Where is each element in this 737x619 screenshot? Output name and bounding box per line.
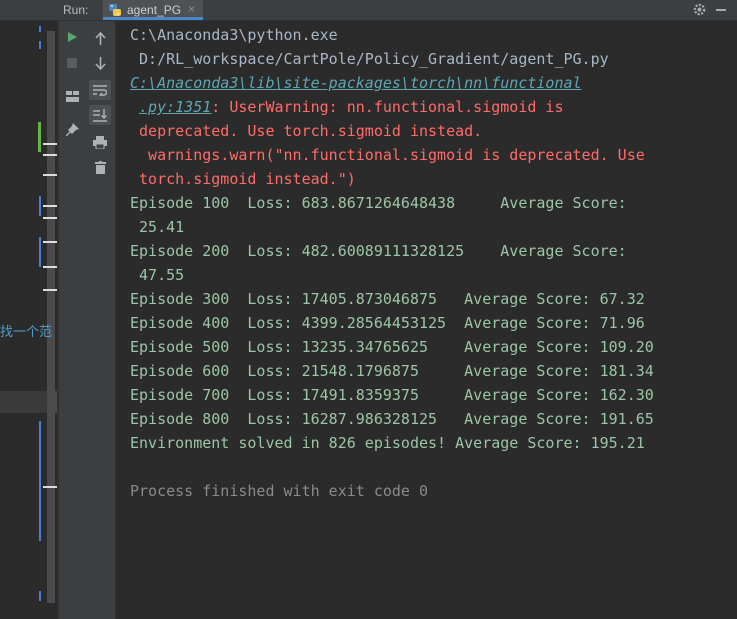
episode-line: Episode 400 Loss: 4399.28564453125 Avera… (130, 314, 645, 332)
scrollbar-caret-mark (47, 391, 57, 413)
gutter-mark (43, 289, 57, 291)
episode-line: Episode 500 Loss: 13235.34765625 Average… (130, 338, 654, 356)
scroll-to-end-icon (93, 108, 107, 122)
episode-line: Episode 800 Loss: 16287.986328125 Averag… (130, 410, 654, 428)
stop-icon (67, 58, 77, 68)
tab-title: agent_PG (127, 3, 182, 17)
warning-text: warnings.warn("nn.functional.sigmoid is … (130, 146, 645, 164)
console-toolbar (86, 21, 116, 619)
trash-icon (94, 160, 106, 174)
warning-text: deprecated. Use torch.sigmoid instead. (130, 122, 483, 140)
up-stack-frame-button[interactable] (90, 28, 110, 48)
clear-all-button[interactable] (90, 157, 110, 177)
tab-agent-pg[interactable]: agent_PG × (103, 0, 203, 20)
change-marker (39, 41, 41, 49)
run-label: Run: (63, 3, 89, 17)
command-line: D:/RL_workspace/CartPole/Policy_Gradient… (130, 50, 609, 68)
down-stack-frame-button[interactable] (90, 53, 110, 73)
episode-line: Episode 300 Loss: 17405.873046875 Averag… (130, 290, 645, 308)
rerun-button[interactable] (62, 27, 82, 47)
warning-text: torch.sigmoid instead.") (130, 170, 356, 188)
up-arrow-icon (94, 31, 106, 45)
change-marker (39, 196, 41, 216)
episode-line: Episode 200 Loss: 482.60089111328125 Ave… (130, 242, 627, 260)
command-line: C:\Anaconda3\python.exe (130, 26, 338, 44)
rerun-icon (68, 32, 77, 42)
layout-icon (65, 90, 79, 102)
file-link[interactable]: .py:1351 (139, 98, 211, 116)
gutter-mark (43, 205, 57, 207)
episode-line-wrap: 47.55 (130, 266, 185, 284)
episode-line: Episode 100 Loss: 683.8671264648438 Aver… (130, 194, 627, 212)
episode-line-wrap: 25.41 (130, 218, 185, 236)
change-marker (38, 122, 41, 152)
gutter-mark (43, 174, 57, 176)
pin-tab-button[interactable] (62, 119, 82, 139)
editor-scrollbar[interactable] (47, 31, 55, 603)
close-icon[interactable]: × (188, 2, 195, 16)
print-button[interactable] (90, 132, 110, 152)
gutter-mark (43, 154, 57, 156)
gutter-mark (43, 486, 57, 488)
file-link[interactable]: C:\Anaconda3\lib\site-packages\torch\nn\… (130, 74, 582, 92)
minimize-icon[interactable] (716, 9, 726, 11)
soft-wrap-icon (93, 85, 107, 96)
exit-line: Process finished with exit code 0 (130, 482, 429, 500)
gutter-mark (43, 266, 57, 268)
run-toolbar (59, 21, 86, 619)
pin-icon (65, 122, 79, 136)
gutter-mark (43, 143, 57, 145)
editor-gutter-strip: 找一个范 (0, 21, 57, 619)
change-marker (39, 421, 41, 541)
warning-line: .py:1351: UserWarning: nn.functional.sig… (130, 95, 563, 119)
warning-file-link[interactable]: C:\Anaconda3\lib\site-packages\torch\nn\… (130, 71, 582, 95)
change-marker (39, 591, 41, 601)
stop-button[interactable] (62, 53, 82, 73)
warning-text: : UserWarning: nn.functional.sigmoid is (211, 98, 564, 116)
run-tool-window-header: Run: agent_PG × (0, 0, 737, 21)
console-output[interactable]: C:\Anaconda3\python.exe D:/RL_workspace/… (116, 21, 737, 619)
scroll-to-end-button[interactable] (89, 105, 111, 125)
soft-wrap-button[interactable] (89, 80, 111, 100)
print-icon (93, 135, 107, 149)
gutter-mark (43, 217, 57, 219)
editor-text-fragment: 找一个范 (0, 325, 53, 340)
episode-line: Episode 700 Loss: 17491.8359375 Average … (130, 386, 654, 404)
layout-button[interactable] (62, 86, 82, 106)
gear-icon[interactable] (692, 2, 707, 17)
gutter-mark (43, 241, 57, 243)
episode-line: Episode 600 Loss: 21548.1796875 Average … (130, 362, 654, 380)
solved-line: Environment solved in 826 episodes! Aver… (130, 434, 645, 452)
down-arrow-icon (94, 56, 106, 70)
change-marker (39, 26, 41, 32)
python-icon (109, 4, 121, 16)
change-marker (39, 237, 41, 267)
